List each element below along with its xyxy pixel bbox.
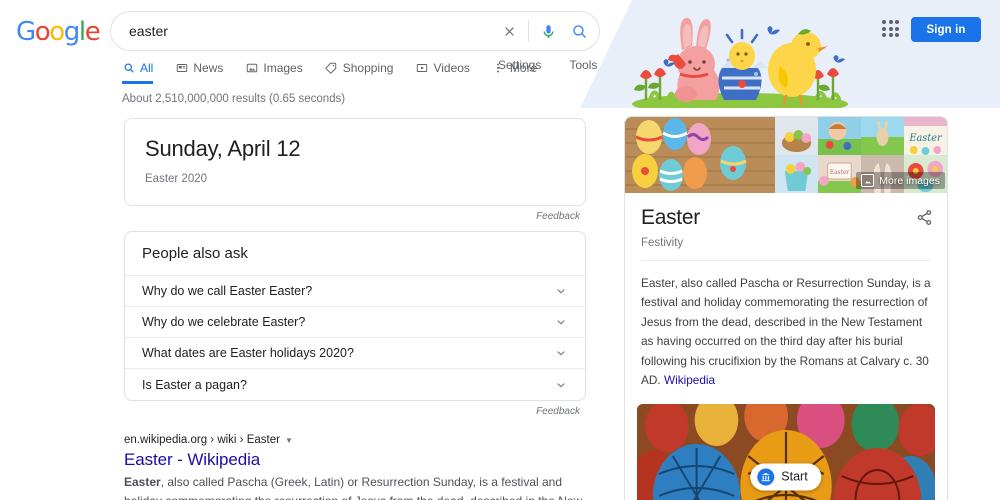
logo-letter: G bbox=[16, 17, 35, 47]
video-card[interactable]: Start See Easter traditions around the w… bbox=[637, 404, 935, 500]
paa-question-text: Is Easter a pagan? bbox=[142, 378, 247, 392]
tab-label: Videos bbox=[433, 61, 469, 75]
tab-images[interactable]: Images bbox=[245, 58, 313, 84]
microphone-icon[interactable] bbox=[537, 23, 559, 40]
people-also-ask-card: People also ask Why do we call Easter Ea… bbox=[124, 231, 586, 401]
results-column: Sunday, April 12 Easter 2020 Feedback Pe… bbox=[124, 118, 586, 500]
chevron-down-icon[interactable] bbox=[554, 284, 568, 298]
thumbnail-image[interactable] bbox=[861, 117, 904, 155]
tab-label: News bbox=[193, 61, 223, 75]
search-tabs: All News Images Shopping Videos bbox=[122, 58, 559, 84]
knowledge-panel-header: Easter Festivity bbox=[625, 193, 947, 260]
image-icon bbox=[861, 174, 874, 187]
svg-text:Easter: Easter bbox=[830, 169, 850, 176]
organic-result: en.wikipedia.org › wiki › Easter ▼ Easte… bbox=[124, 434, 586, 500]
search-bar[interactable] bbox=[110, 11, 600, 51]
date-title: Sunday, April 12 bbox=[145, 136, 565, 162]
chevron-down-icon[interactable] bbox=[554, 346, 568, 360]
result-url-text: en.wikipedia.org › wiki › Easter bbox=[124, 434, 280, 446]
logo-letter: e bbox=[85, 17, 100, 47]
result-snippet: Easter, also called Pascha (Greek, Latin… bbox=[124, 473, 586, 500]
knowledge-panel: Easter Easter bbox=[624, 116, 948, 500]
thumbnail-image[interactable] bbox=[775, 155, 818, 193]
tab-label: Images bbox=[263, 61, 302, 75]
tab-all[interactable]: All bbox=[122, 58, 164, 84]
apps-grid-icon[interactable] bbox=[880, 18, 902, 40]
tab-shopping[interactable]: Shopping bbox=[325, 58, 405, 84]
thumbnail-image[interactable] bbox=[775, 117, 818, 155]
share-icon[interactable] bbox=[916, 209, 933, 231]
settings-button[interactable]: Settings bbox=[498, 58, 541, 72]
google-logo[interactable]: Google bbox=[16, 17, 99, 47]
svg-text:Easter: Easter bbox=[908, 133, 943, 144]
logo-letter: o bbox=[49, 17, 64, 47]
date-subtitle: Easter 2020 bbox=[145, 173, 565, 185]
easter-bunny-chick-illustration bbox=[620, 4, 860, 108]
paa-question-row[interactable]: Is Easter a pagan? bbox=[125, 369, 585, 400]
more-images-button[interactable]: More images bbox=[856, 172, 945, 189]
snippet-text: , also called Pascha (Greek, Latin) or R… bbox=[124, 475, 582, 500]
tools-button[interactable]: Tools bbox=[569, 58, 597, 72]
caret-down-icon[interactable]: ▼ bbox=[285, 436, 293, 445]
result-title-link[interactable]: Easter - Wikipedia bbox=[124, 450, 586, 470]
image-icon bbox=[245, 62, 258, 75]
people-also-ask-heading: People also ask bbox=[125, 232, 585, 276]
sign-in-button[interactable]: Sign in bbox=[911, 17, 981, 42]
wikipedia-link[interactable]: Wikipedia bbox=[664, 373, 715, 387]
tab-label: Shopping bbox=[343, 61, 394, 75]
chevron-down-icon[interactable] bbox=[554, 315, 568, 329]
knowledge-panel-subtitle: Festivity bbox=[641, 237, 931, 249]
logo-letter: o bbox=[35, 17, 50, 47]
result-url: en.wikipedia.org › wiki › Easter ▼ bbox=[124, 434, 586, 446]
close-icon[interactable] bbox=[494, 24, 524, 39]
feedback-link[interactable]: Feedback bbox=[124, 211, 580, 222]
description-text: Easter, also called Pascha or Resurrecti… bbox=[641, 276, 931, 387]
easter-date-card: Sunday, April 12 Easter 2020 bbox=[124, 118, 586, 206]
start-label: Start bbox=[781, 470, 807, 484]
paa-question-text: Why do we celebrate Easter? bbox=[142, 315, 305, 329]
paa-question-text: Why do we call Easter Easter? bbox=[142, 284, 312, 298]
logo-letter: g bbox=[64, 17, 79, 47]
google-search-results-page: Sign in Google All bbox=[0, 0, 1000, 500]
thumbnail-image[interactable]: Easter bbox=[818, 155, 861, 193]
paa-question-row[interactable]: What dates are Easter holidays 2020? bbox=[125, 338, 585, 369]
search-tools-group: Settings Tools bbox=[498, 58, 597, 72]
search-icon[interactable] bbox=[559, 23, 599, 40]
video-icon bbox=[415, 62, 428, 75]
result-stats: About 2,510,000,000 results (0.65 second… bbox=[122, 93, 345, 105]
knowledge-panel-images: Easter Easter bbox=[625, 117, 947, 193]
hero-image[interactable] bbox=[625, 117, 775, 193]
tab-videos[interactable]: Videos bbox=[415, 58, 480, 84]
divider bbox=[528, 20, 529, 42]
search-input[interactable] bbox=[111, 23, 494, 39]
tab-news[interactable]: News bbox=[175, 58, 234, 84]
paa-question-row[interactable]: Why do we call Easter Easter? bbox=[125, 276, 585, 307]
knowledge-panel-box: Easter Easter bbox=[624, 116, 948, 500]
museum-icon bbox=[757, 468, 774, 485]
thumbnail-image[interactable]: Easter bbox=[904, 117, 947, 155]
thumbnail-grid: Easter Easter bbox=[775, 117, 947, 193]
snippet-bold-term: Easter bbox=[124, 475, 161, 489]
search-icon bbox=[122, 62, 135, 75]
paa-question-text: What dates are Easter holidays 2020? bbox=[142, 346, 354, 360]
more-images-label: More images bbox=[879, 175, 940, 187]
tab-label: All bbox=[140, 61, 153, 75]
feedback-link[interactable]: Feedback bbox=[124, 406, 580, 417]
news-icon bbox=[175, 62, 188, 75]
thumbnail-image[interactable] bbox=[818, 117, 861, 155]
start-button[interactable]: Start bbox=[750, 463, 821, 490]
paa-question-row[interactable]: Why do we celebrate Easter? bbox=[125, 307, 585, 338]
tag-icon bbox=[325, 62, 338, 75]
knowledge-panel-description: Easter, also called Pascha or Resurrecti… bbox=[625, 261, 947, 404]
chevron-down-icon[interactable] bbox=[554, 378, 568, 392]
knowledge-panel-title: Easter bbox=[641, 206, 931, 230]
